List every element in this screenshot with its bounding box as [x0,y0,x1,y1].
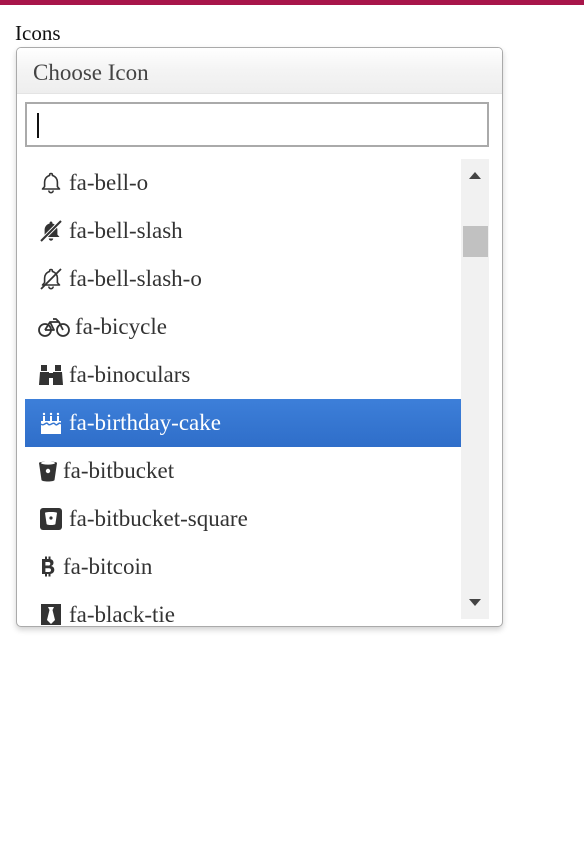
scroll-down-arrow-icon[interactable] [461,591,489,615]
text-caret [37,113,39,138]
result-label: fa-bell-slash-o [69,266,202,291]
scrollbar-thumb[interactable] [463,226,488,257]
result-item[interactable]: fa-binoculars [25,351,461,399]
result-label: fa-bell-slash [69,218,183,243]
result-item[interactable]: fa-black-tie [25,591,461,625]
result-label: fa-bitbucket [63,458,175,483]
birthday-cake-icon [37,409,65,437]
result-label: fa-birthday-cake [69,410,221,435]
results-list[interactable]: fa-bell-o fa-bell-slash fa-bell-slash-o … [25,159,461,625]
bell-slash-icon [37,217,65,245]
bell-slash-o-icon [37,265,65,293]
result-item[interactable]: fa-bell-slash [25,207,461,255]
result-item[interactable]: fa-bitbucket-square [25,495,461,543]
black-tie-icon [37,601,65,625]
result-label: fa-bicycle [75,314,167,339]
result-item[interactable]: fa-bell-o [25,159,461,207]
result-label: fa-bell-o [69,170,149,195]
scroll-up-arrow-icon[interactable] [461,163,489,187]
results-scrollbar[interactable] [461,159,489,619]
result-label: fa-binoculars [69,362,191,387]
result-label: fa-bitcoin [63,554,153,579]
binoculars-icon [37,361,65,389]
bitbucket-square-icon [37,505,65,533]
bicycle-icon [37,313,71,341]
result-label: fa-black-tie [69,602,175,625]
select-placeholder: Choose Icon [33,60,149,85]
field-label: Icons [15,21,61,45]
bitbucket-icon [37,457,59,485]
icon-select-dropdown[interactable]: Choose Icon fa-bell-o fa-bell-slash fa-b… [16,47,503,627]
result-item[interactable]: fa-bitbucket [25,447,461,495]
search-input[interactable] [25,102,489,147]
result-item[interactable]: fa-bicycle [25,303,461,351]
result-item[interactable]: fa-bell-slash-o [25,255,461,303]
select-toggle[interactable]: Choose Icon [17,48,502,94]
result-item-highlighted[interactable]: fa-birthday-cake [25,399,461,447]
bitcoin-icon [37,553,59,581]
top-accent-bar [0,0,584,5]
result-item[interactable]: fa-bitcoin [25,543,461,591]
result-label: fa-bitbucket-square [69,506,248,531]
bell-o-icon [37,169,65,197]
